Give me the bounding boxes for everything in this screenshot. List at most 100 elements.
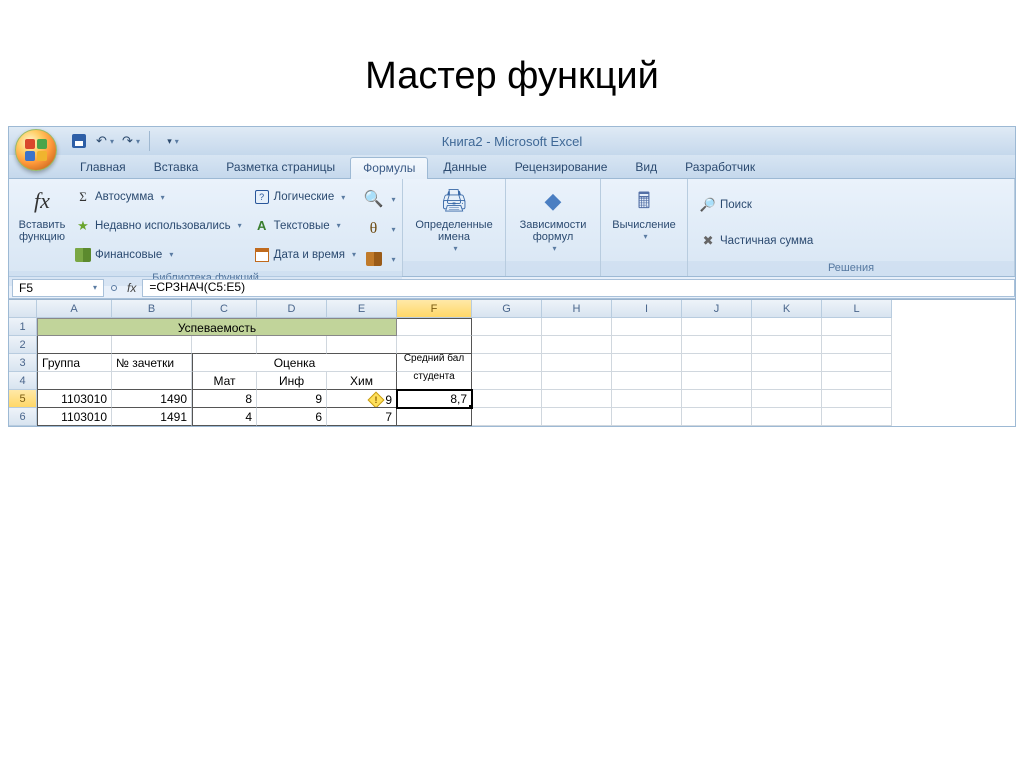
cell[interactable] [257, 336, 327, 354]
text-button[interactable]: AТекстовые [252, 217, 358, 235]
cell[interactable] [472, 336, 542, 354]
col-header-G[interactable]: G [472, 300, 542, 318]
cell[interactable] [822, 354, 892, 372]
cell[interactable] [472, 372, 542, 390]
cell-inf[interactable]: 9 [257, 390, 327, 408]
cell[interactable] [192, 336, 257, 354]
cell[interactable] [822, 390, 892, 408]
cell[interactable] [752, 408, 822, 426]
tab-home[interactable]: Главная [67, 156, 139, 178]
tab-formulas[interactable]: Формулы [350, 157, 428, 179]
cell-no[interactable]: 1491 [112, 408, 192, 426]
cell[interactable] [472, 390, 542, 408]
select-all-corner[interactable] [9, 300, 37, 318]
logical-button[interactable]: Логические [252, 188, 358, 206]
row-header[interactable]: 6 [9, 408, 37, 426]
lookup-button[interactable]: 🔍 [361, 187, 398, 211]
cell[interactable] [612, 318, 682, 336]
fill-handle[interactable] [469, 405, 472, 408]
hdr-grade[interactable]: Оценка [192, 354, 397, 372]
cell[interactable] [752, 372, 822, 390]
cell[interactable] [682, 318, 752, 336]
cell[interactable] [472, 318, 542, 336]
cell[interactable] [397, 336, 472, 354]
office-button[interactable] [15, 129, 57, 171]
col-header-F[interactable]: F [397, 300, 472, 318]
cell-avg[interactable]: 8,7 [397, 390, 472, 408]
row-header[interactable]: 1 [9, 318, 37, 336]
col-header-L[interactable]: L [822, 300, 892, 318]
tab-developer[interactable]: Разработчик [672, 156, 768, 178]
cell[interactable] [752, 318, 822, 336]
warning-icon[interactable] [368, 392, 385, 408]
cell-no[interactable]: 1490 [112, 390, 192, 408]
fx-label[interactable]: fx [121, 281, 142, 295]
hdr-him[interactable]: Хим [327, 372, 397, 390]
col-header-E[interactable]: E [327, 300, 397, 318]
cell-mat[interactable]: 8 [192, 390, 257, 408]
col-header-H[interactable]: H [542, 300, 612, 318]
col-header-B[interactable]: B [112, 300, 192, 318]
cell[interactable] [612, 336, 682, 354]
cell[interactable] [542, 390, 612, 408]
more-functions-button[interactable] [361, 247, 398, 271]
formula-input[interactable]: =СРЗНАЧ(C5:E5) [142, 279, 1015, 297]
hdr-no[interactable]: № зачетки [112, 354, 192, 372]
partial-sum-button[interactable]: ✖Частичная сумма [698, 232, 815, 250]
save-button[interactable] [69, 131, 89, 151]
col-header-I[interactable]: I [612, 300, 682, 318]
datetime-button[interactable]: Дата и время [252, 246, 358, 264]
tab-insert[interactable]: Вставка [141, 156, 212, 178]
col-header-K[interactable]: K [752, 300, 822, 318]
cell[interactable] [112, 372, 192, 390]
tab-data[interactable]: Данные [430, 156, 499, 178]
cancel-icon[interactable] [111, 285, 117, 291]
cell[interactable] [682, 408, 752, 426]
cell[interactable] [542, 318, 612, 336]
col-header-D[interactable]: D [257, 300, 327, 318]
cell-inf[interactable]: 6 [257, 408, 327, 426]
autosum-button[interactable]: ΣАвтосумма [73, 188, 244, 206]
insert-function-button[interactable]: fx Вставить функцию [15, 181, 69, 271]
cell[interactable] [822, 408, 892, 426]
hdr-avg[interactable]: Средний бал [397, 354, 472, 372]
formula-auditing-button[interactable]: ◆ Зависимости формул [512, 181, 594, 261]
cell[interactable] [822, 336, 892, 354]
cell[interactable] [612, 354, 682, 372]
row-header[interactable]: 3 [9, 354, 37, 372]
col-header-C[interactable]: C [192, 300, 257, 318]
cell-avg[interactable] [397, 408, 472, 426]
qat-customize[interactable]: ▾ [163, 131, 183, 151]
cell-group[interactable]: 1103010 [37, 390, 112, 408]
cell[interactable] [612, 408, 682, 426]
cell[interactable] [397, 318, 472, 336]
cell-him[interactable]: 7 [327, 408, 397, 426]
cell[interactable] [542, 354, 612, 372]
tab-review[interactable]: Рецензирование [502, 156, 621, 178]
cell[interactable] [37, 372, 112, 390]
math-trig-button[interactable]: θ [361, 217, 398, 241]
cell[interactable] [112, 336, 192, 354]
cell[interactable] [682, 336, 752, 354]
cell[interactable] [752, 354, 822, 372]
row-header[interactable]: 5 [9, 390, 37, 408]
cell[interactable] [822, 318, 892, 336]
cell[interactable] [682, 390, 752, 408]
find-button[interactable]: 🔎Поиск [698, 196, 815, 214]
cell-group[interactable]: 1103010 [37, 408, 112, 426]
cell-him[interactable]: 9 [327, 390, 397, 408]
cell[interactable] [327, 336, 397, 354]
cell[interactable] [612, 390, 682, 408]
cell-mat[interactable]: 4 [192, 408, 257, 426]
cell[interactable] [752, 390, 822, 408]
cell[interactable] [612, 372, 682, 390]
undo-button[interactable]: ↶ [95, 131, 115, 151]
hdr-group[interactable]: Группа [37, 354, 112, 372]
cell[interactable] [542, 408, 612, 426]
cell[interactable] [822, 372, 892, 390]
tab-page-layout[interactable]: Разметка страницы [213, 156, 348, 178]
hdr-inf[interactable]: Инф [257, 372, 327, 390]
cell[interactable] [472, 408, 542, 426]
col-header-J[interactable]: J [682, 300, 752, 318]
cell[interactable] [542, 372, 612, 390]
